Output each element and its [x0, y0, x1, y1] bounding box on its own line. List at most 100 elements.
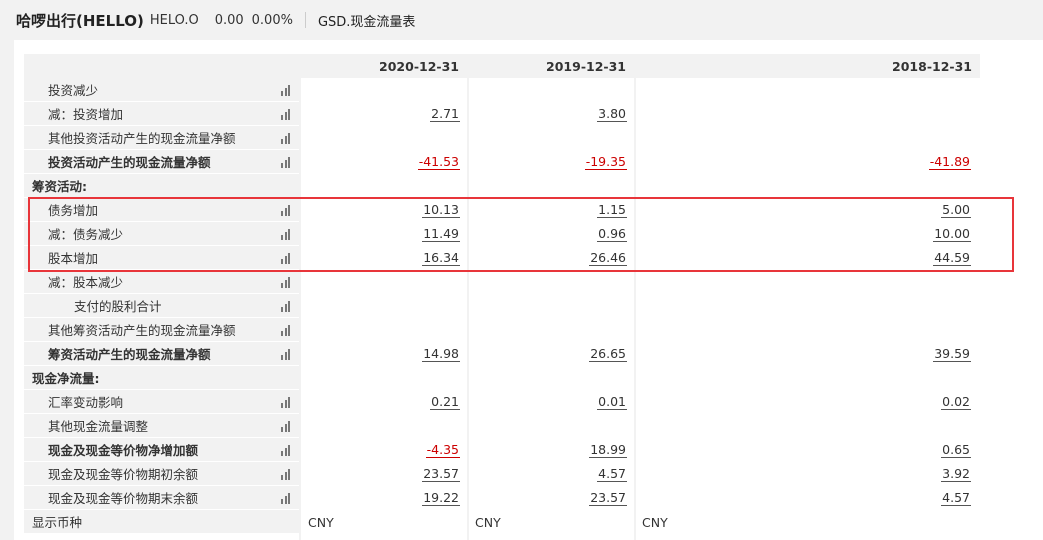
value-link[interactable]: 23.57: [422, 466, 460, 482]
value-link[interactable]: -19.35: [584, 154, 627, 170]
value-link[interactable]: 5.00: [941, 202, 971, 218]
value-link[interactable]: 2.71: [430, 106, 460, 122]
value-link[interactable]: 26.46: [589, 250, 627, 266]
row-label: 债务增加: [48, 203, 99, 218]
row-label-cell: 投资活动产生的现金流量净额: [24, 150, 299, 174]
value-link[interactable]: 1.15: [597, 202, 627, 218]
value-cell-2018: 44.59: [634, 246, 971, 270]
bar-chart-icon[interactable]: [272, 342, 299, 366]
value-cell-2018: [634, 318, 971, 342]
bar-chart-icon[interactable]: [272, 486, 299, 510]
value-link[interactable]: -41.89: [928, 154, 971, 170]
value-link[interactable]: 0.65: [941, 442, 971, 458]
row-label-cell: 支付的股利合计: [24, 294, 299, 318]
value-cell-2019: [467, 414, 627, 438]
value-link[interactable]: 0.02: [941, 394, 971, 410]
bar-chart-icon[interactable]: [272, 462, 299, 486]
column-divider: [634, 54, 636, 540]
value-link[interactable]: 19.22: [422, 490, 460, 506]
value-cell-2019: [467, 126, 627, 150]
bar-chart-icon[interactable]: [272, 78, 299, 102]
ticker-code: HELO.O: [149, 12, 199, 28]
value-cell-2020: 2.71: [299, 102, 460, 126]
value-cell-2020: [299, 318, 460, 342]
row-label-cell: 债务增加: [24, 198, 299, 222]
value-cell-2018: 10.00: [634, 222, 971, 246]
value-cell-2018: [634, 366, 971, 390]
value-cell-2020: [299, 78, 460, 102]
bar-chart-icon[interactable]: [272, 222, 299, 246]
value-link[interactable]: 3.80: [597, 106, 627, 122]
bar-chart-icon[interactable]: [272, 438, 299, 462]
value-link[interactable]: -4.35: [425, 442, 460, 458]
row-label: 股本增加: [48, 251, 99, 266]
value-cell-2018: [634, 126, 971, 150]
value-link[interactable]: 26.65: [589, 346, 627, 362]
value-cell-2019: 3.80: [467, 102, 627, 126]
row-label: 筹资活动产生的现金流量净额: [48, 347, 211, 362]
value-link[interactable]: 16.34: [422, 250, 460, 266]
value-cell-2020: 11.49: [299, 222, 460, 246]
cashflow-table: 2020-12-31 2019-12-31 2018-12-31 投资减少 减：投…: [24, 54, 995, 540]
value-link[interactable]: 4.57: [597, 466, 627, 482]
bar-chart-icon[interactable]: [272, 246, 299, 270]
value-link[interactable]: 18.99: [589, 442, 627, 458]
value-cell-2018: 0.65: [634, 438, 971, 462]
bar-chart-icon[interactable]: [272, 198, 299, 222]
value-link[interactable]: 10.00: [933, 226, 971, 242]
bar-chart-icon[interactable]: [272, 294, 299, 318]
value-link[interactable]: 14.98: [422, 346, 460, 362]
value-cell-2019: 0.01: [467, 390, 627, 414]
value-cell-2018: 4.57: [634, 486, 971, 510]
value-link[interactable]: -41.53: [417, 154, 460, 170]
value-link[interactable]: 0.21: [430, 394, 460, 410]
value-link[interactable]: 39.59: [933, 346, 971, 362]
bar-chart-icon[interactable]: [272, 102, 299, 126]
table-row: 其他投资活动产生的现金流量净额: [24, 126, 995, 150]
table-row: 筹资活动产生的现金流量净额 14.98 26.65 39.59: [24, 342, 995, 366]
value-cell-2019: [467, 78, 627, 102]
value-cell-2020: 19.22: [299, 486, 460, 510]
value-cell-2019: [467, 174, 627, 198]
table-row: 汇率变动影响 0.21 0.01 0.02: [24, 390, 995, 414]
value-link[interactable]: 0.96: [597, 226, 627, 242]
table-row: 现金及现金等价物期末余额 19.22 23.57 4.57: [24, 486, 995, 510]
column-divider: [467, 54, 469, 540]
value-cell-2018: 5.00: [634, 198, 971, 222]
row-label: 减：债务减少: [48, 227, 124, 242]
value-link[interactable]: 0.01: [597, 394, 627, 410]
column-header-2018[interactable]: 2018-12-31: [636, 54, 980, 78]
row-label-cell: 其他投资活动产生的现金流量净额: [24, 126, 299, 150]
value-link[interactable]: 44.59: [933, 250, 971, 266]
value-link[interactable]: 10.13: [422, 202, 460, 218]
bar-chart-icon[interactable]: [272, 270, 299, 294]
table-row: 投资活动产生的现金流量净额 -41.53 -19.35 -41.89: [24, 150, 995, 174]
bar-chart-icon[interactable]: [272, 126, 299, 150]
bar-chart-icon[interactable]: [272, 390, 299, 414]
table-row: 债务增加 10.13 1.15 5.00: [24, 198, 995, 222]
currency-value-2019: CNY: [475, 514, 501, 530]
bar-chart-icon[interactable]: [272, 414, 299, 438]
row-label-cell: 筹资活动:: [24, 174, 299, 198]
value-link[interactable]: 3.92: [941, 466, 971, 482]
company-title[interactable]: 哈啰出行(HELLO): [16, 10, 144, 31]
table-row: 筹资活动:: [24, 174, 995, 198]
column-header-2020[interactable]: 2020-12-31: [301, 54, 467, 78]
currency-row: 显示币种 CNY CNY CNY: [24, 510, 995, 534]
value-cell-2020: [299, 270, 460, 294]
value-link[interactable]: 11.49: [422, 226, 460, 242]
row-label: 投资活动产生的现金流量净额: [48, 155, 211, 170]
row-label-cell: 汇率变动影响: [24, 390, 299, 414]
value-link[interactable]: 23.57: [589, 490, 627, 506]
row-label-cell: 减：债务减少: [24, 222, 299, 246]
table-row: 投资减少: [24, 78, 995, 102]
bar-chart-icon[interactable]: [272, 150, 299, 174]
column-header-2019[interactable]: 2019-12-31: [469, 54, 634, 78]
row-label-cell: 现金净流量:: [24, 366, 299, 390]
value-link[interactable]: 4.57: [941, 490, 971, 506]
row-label-cell: 股本增加: [24, 246, 299, 270]
value-cell-2019: 0.96: [467, 222, 627, 246]
price-value: 0.00: [214, 12, 244, 28]
bar-chart-icon[interactable]: [272, 318, 299, 342]
table-body: 投资减少 减：投资增加 2.71 3.80 其他投资活动产生的现金流量净额 投资活动产生的…: [24, 78, 995, 510]
